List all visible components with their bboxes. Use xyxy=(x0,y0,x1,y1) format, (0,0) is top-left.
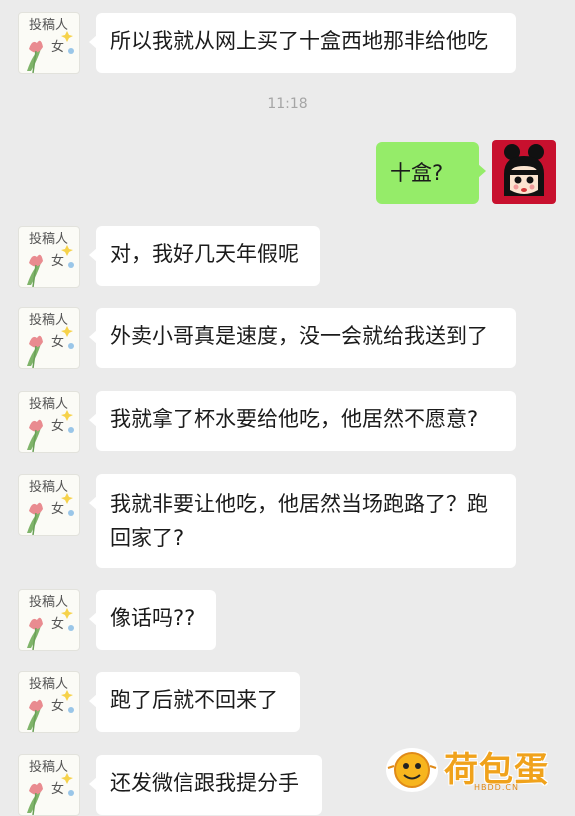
avatar-text-line1: 投稿人 xyxy=(29,595,69,610)
message-bubble[interactable]: 像话吗?? xyxy=(89,590,216,650)
message-text: 还发微信跟我提分手 xyxy=(110,771,299,795)
brand-watermark: 荷包蛋 HBDD.CN xyxy=(382,740,572,796)
self-message-bubble[interactable]: 十盒? xyxy=(376,142,486,204)
message-text: 跑了后就不回来了 xyxy=(110,688,278,712)
timestamp: 11:18 xyxy=(267,96,308,112)
avatar-text-line1: 投稿人 xyxy=(29,760,69,775)
avatar-text-line2: 女 xyxy=(51,419,65,434)
brand-domain: HBDD.CN xyxy=(474,783,519,792)
avatar-text-line2: 女 xyxy=(51,502,65,517)
contact-avatar[interactable]: 投稿人 女 xyxy=(18,754,80,816)
avatar-text-line1: 投稿人 xyxy=(29,397,69,412)
avatar-text-line2: 女 xyxy=(51,699,65,714)
contact-avatar[interactable]: 投稿人 女 xyxy=(18,307,80,369)
message-text: 十盒? xyxy=(390,161,444,185)
message-text: 所以我就从网上买了十盒西地那非给他吃 xyxy=(110,29,488,53)
egg-mascot-icon xyxy=(386,748,438,792)
cartoon-girl-icon xyxy=(504,144,544,196)
avatar-text-line1: 投稿人 xyxy=(29,480,69,495)
contact-avatar[interactable]: 投稿人 女 xyxy=(18,391,80,453)
message-text: 对，我好几天年假呢 xyxy=(110,242,299,266)
avatar-text-line1: 投稿人 xyxy=(29,18,69,33)
message-text: 我就非要让他吃，他居然当场跑路了？跑回家了? xyxy=(110,492,488,550)
message-text: 我就拿了杯水要给他吃，他居然不愿意? xyxy=(110,407,479,431)
avatar-text-line1: 投稿人 xyxy=(29,232,69,247)
message-bubble[interactable]: 我就拿了杯水要给他吃，他居然不愿意? xyxy=(89,391,516,451)
avatar-text-line2: 女 xyxy=(51,617,65,632)
contact-avatar[interactable]: 投稿人 女 xyxy=(18,671,80,733)
message-bubble[interactable]: 跑了后就不回来了 xyxy=(89,672,300,732)
contact-avatar[interactable]: 投稿人 女 xyxy=(18,12,80,74)
avatar-text-line2: 女 xyxy=(51,254,65,269)
avatar-text-line2: 女 xyxy=(51,40,65,55)
message-text: 像话吗?? xyxy=(110,606,196,630)
avatar-text-line2: 女 xyxy=(51,782,65,797)
message-bubble[interactable]: 我就非要让他吃，他居然当场跑路了？跑回家了? xyxy=(89,474,516,568)
message-bubble[interactable]: 对，我好几天年假呢 xyxy=(89,226,320,286)
avatar-text-line2: 女 xyxy=(51,335,65,350)
contact-avatar[interactable]: 投稿人 女 xyxy=(18,474,80,536)
contact-avatar[interactable]: 投稿人 女 xyxy=(18,226,80,288)
message-bubble[interactable]: 还发微信跟我提分手 xyxy=(89,755,322,815)
message-text: 外卖小哥真是速度，没一会就给我送到了 xyxy=(110,324,488,348)
message-bubble[interactable]: 所以我就从网上买了十盒西地那非给他吃 xyxy=(89,13,516,73)
self-avatar[interactable] xyxy=(492,140,556,204)
avatar-text-line1: 投稿人 xyxy=(29,677,69,692)
contact-avatar[interactable]: 投稿人 女 xyxy=(18,589,80,651)
avatar-text-line1: 投稿人 xyxy=(29,313,69,328)
message-bubble[interactable]: 外卖小哥真是速度，没一会就给我送到了 xyxy=(89,308,516,368)
